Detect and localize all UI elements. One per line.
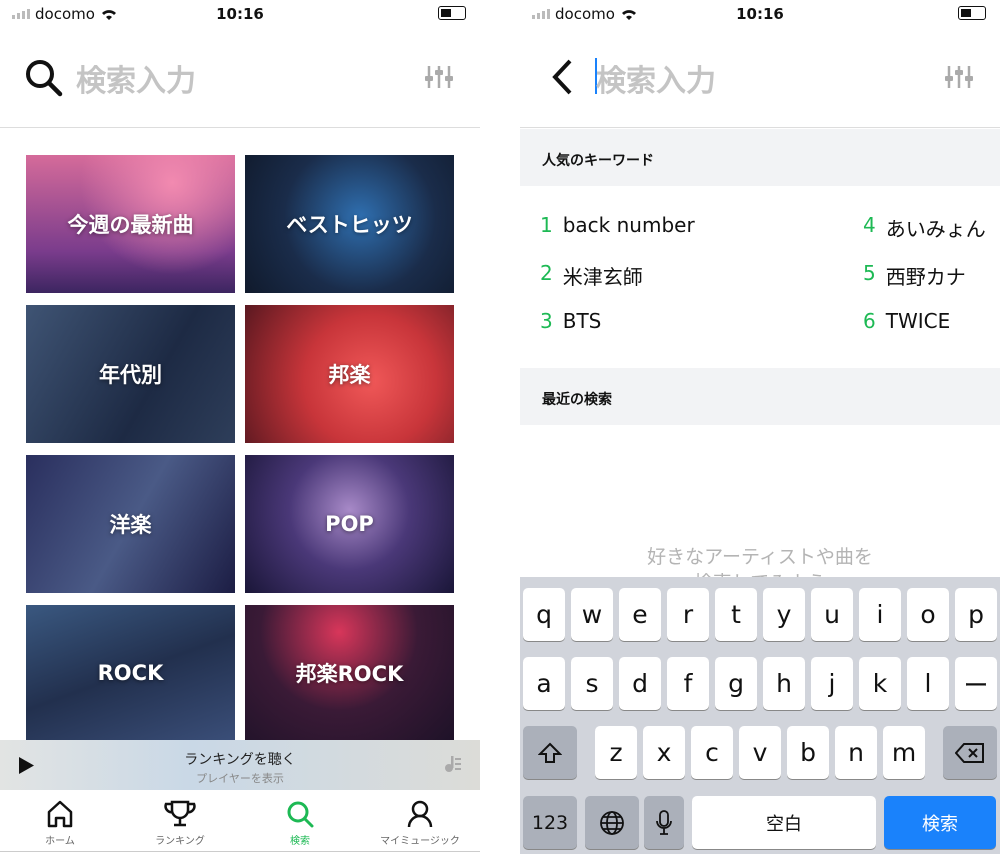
keyword-item[interactable]: 4 あいみょん — [863, 213, 986, 242]
key-t[interactable]: t — [715, 588, 757, 641]
key-g[interactable]: g — [715, 657, 757, 710]
popular-keywords-heading: 人気のキーワード — [520, 129, 1000, 186]
search-key[interactable]: 検索 — [884, 796, 996, 849]
clock: 10:16 — [216, 5, 264, 23]
status-bar: docomo 10:16 — [520, 0, 1000, 28]
tab-home[interactable]: ホーム — [0, 800, 120, 847]
tile-western[interactable]: 洋楽 — [26, 455, 235, 593]
key-x[interactable]: x — [643, 726, 685, 779]
key-a[interactable]: a — [523, 657, 565, 710]
search-screen: docomo 10:16 検索入力 今週の最新曲 ベストヒッツ 年代別 邦楽 洋… — [0, 0, 480, 854]
keyword-text: 西野カナ — [885, 265, 966, 289]
key-d[interactable]: d — [619, 657, 661, 710]
backspace-icon — [955, 742, 984, 763]
key-w[interactable]: w — [571, 588, 613, 641]
key-y[interactable]: y — [763, 588, 805, 641]
keyword-text: BTS — [562, 309, 602, 333]
keyword-rank: 6 — [863, 309, 876, 333]
status-bar: docomo 10:16 — [0, 0, 480, 28]
key-j[interactable]: j — [811, 657, 853, 710]
keyword-text: back number — [562, 213, 695, 237]
key-ー[interactable]: ー — [955, 657, 997, 710]
globe-key[interactable] — [585, 796, 639, 849]
keyword-item[interactable]: 3 BTS — [540, 309, 601, 333]
key-q[interactable]: q — [523, 588, 565, 641]
key-z[interactable]: z — [595, 726, 637, 779]
key-f[interactable]: f — [667, 657, 709, 710]
key-p[interactable]: p — [955, 588, 997, 641]
key-k[interactable]: k — [859, 657, 901, 710]
tab-my-music[interactable]: マイミュージック — [360, 800, 480, 847]
keyword-rank: 5 — [863, 261, 876, 285]
recent-searches-heading: 最近の検索 — [520, 368, 1000, 425]
dictation-key[interactable] — [644, 796, 684, 849]
search-header: 検索入力 — [520, 28, 1000, 128]
tile-new-releases[interactable]: 今週の最新曲 — [26, 155, 235, 293]
search-input-screen: docomo 10:16 検索入力 人気のキーワード 1 back number 2… — [520, 0, 1000, 854]
player-title: ランキングを聴く — [184, 752, 296, 768]
tab-bar: ホーム ランキング 検索 マイミュージック — [0, 790, 480, 852]
search-header: 検索入力 — [0, 28, 480, 128]
delete-key[interactable] — [943, 726, 997, 779]
keyword-item[interactable]: 2 米津玄師 — [540, 261, 643, 290]
key-n[interactable]: n — [835, 726, 877, 779]
shift-icon — [538, 742, 562, 763]
keyword-text: 米津玄師 — [562, 265, 643, 289]
space-key[interactable]: 空白 — [692, 796, 876, 849]
keyword-rank: 2 — [540, 261, 553, 285]
keyword-item[interactable]: 5 西野カナ — [863, 261, 966, 290]
keyword-item[interactable]: 1 back number — [540, 213, 695, 237]
search-input[interactable]: 検索入力 — [76, 56, 196, 100]
key-h[interactable]: h — [763, 657, 805, 710]
keyword-rank: 4 — [863, 213, 876, 237]
key-c[interactable]: c — [691, 726, 733, 779]
tab-search[interactable]: 検索 — [240, 800, 360, 847]
home-icon — [47, 800, 73, 828]
tile-rock[interactable]: ROCK — [26, 605, 235, 740]
key-u[interactable]: u — [811, 588, 853, 641]
key-r[interactable]: r — [667, 588, 709, 641]
keyboard: 123 空白 検索 qwertyuiop asdfghjklー zxcvbnm — [520, 577, 1000, 854]
tab-ranking[interactable]: ランキング — [120, 800, 240, 847]
player-subtitle: プレイヤーを表示 — [196, 772, 284, 785]
microphone-icon — [656, 809, 672, 835]
search-icon — [287, 801, 314, 828]
globe-icon — [600, 810, 624, 835]
filter-icon[interactable] — [944, 64, 974, 90]
search-icon — [26, 60, 63, 97]
person-icon — [407, 800, 433, 828]
filter-icon[interactable] — [424, 64, 454, 90]
tile-jpop[interactable]: 邦楽 — [245, 305, 454, 443]
numbers-key[interactable]: 123 — [523, 796, 577, 849]
clock: 10:16 — [736, 5, 784, 23]
key-o[interactable]: o — [907, 588, 949, 641]
playlist-icon[interactable] — [444, 755, 462, 773]
key-l[interactable]: l — [907, 657, 949, 710]
tile-best-hits[interactable]: ベストヒッツ — [245, 155, 454, 293]
key-b[interactable]: b — [787, 726, 829, 779]
keyword-text: TWICE — [885, 309, 951, 333]
tile-by-decade[interactable]: 年代別 — [26, 305, 235, 443]
keyword-text: あいみょん — [885, 217, 986, 241]
keyword-item[interactable]: 6 TWICE — [863, 309, 950, 333]
key-v[interactable]: v — [739, 726, 781, 779]
back-icon[interactable] — [550, 58, 574, 96]
tile-jrock[interactable]: 邦楽ROCK — [245, 605, 454, 740]
key-m[interactable]: m — [883, 726, 925, 779]
battery-icon — [438, 6, 466, 20]
key-s[interactable]: s — [571, 657, 613, 710]
key-i[interactable]: i — [859, 588, 901, 641]
key-e[interactable]: e — [619, 588, 661, 641]
play-icon[interactable] — [19, 757, 35, 774]
search-input[interactable]: 検索入力 — [596, 56, 716, 100]
keyword-rank: 1 — [540, 213, 553, 237]
trophy-icon — [164, 800, 196, 827]
mini-player[interactable]: ランキングを聴く プレイヤーを表示 — [0, 740, 480, 790]
shift-key[interactable] — [523, 726, 577, 779]
battery-icon — [958, 6, 986, 20]
tile-pop[interactable]: POP — [245, 455, 454, 593]
keyword-rank: 3 — [540, 309, 553, 333]
